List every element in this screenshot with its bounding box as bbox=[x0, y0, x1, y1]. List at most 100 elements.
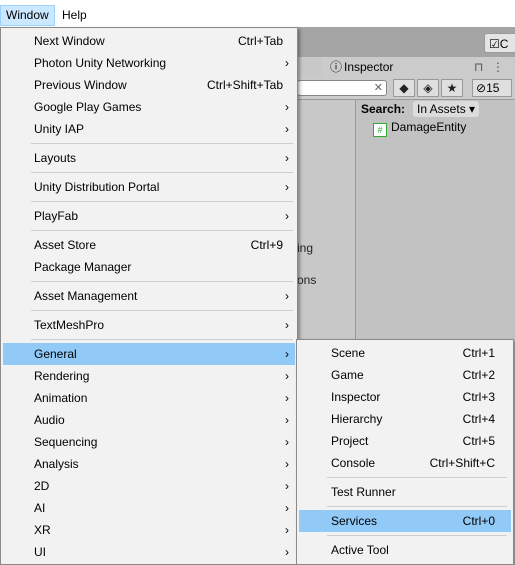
menu-item-label: Asset Store bbox=[34, 238, 97, 252]
menu-item-shortcut: Ctrl+9 bbox=[250, 238, 283, 252]
menu-item-animation[interactable]: Animation › bbox=[3, 387, 295, 409]
menu-item-shortcut: Ctrl+5 bbox=[462, 434, 495, 448]
menu-item-label: General bbox=[34, 347, 77, 361]
collab-button[interactable]: ☑C bbox=[484, 33, 515, 53]
menu-item-label: Analysis bbox=[34, 457, 79, 471]
menu-item-label: Layouts bbox=[34, 151, 77, 165]
menu-item-ai[interactable]: AI › bbox=[3, 497, 295, 519]
menu-item-previous-window[interactable]: Previous Window Ctrl+Shift+Tab bbox=[3, 74, 295, 96]
submenu-item-active-tool[interactable]: Active Tool bbox=[299, 539, 511, 561]
menu-item-label: Photon Unity Networking bbox=[34, 56, 167, 70]
submenu-item-scene[interactable]: Scene Ctrl+1 bbox=[299, 342, 511, 364]
hidden-packages-toggle[interactable]: ⊘15 bbox=[472, 79, 512, 97]
menu-item-sequencing[interactable]: Sequencing › bbox=[3, 431, 295, 453]
menu-item-label: Package Manager bbox=[34, 260, 132, 274]
menu-item-label: Test Runner bbox=[331, 485, 396, 499]
menu-item-label: XR bbox=[34, 523, 51, 537]
tab-inspector[interactable]: ⓘ Inspector ⊓ ⋮ bbox=[322, 57, 515, 77]
menu-separator bbox=[31, 201, 293, 202]
inspector-header: ⓘ Inspector ⊓ ⋮ bbox=[322, 57, 515, 78]
chevron-right-icon: › bbox=[285, 180, 289, 194]
menu-item-shortcut: Ctrl+Tab bbox=[237, 34, 283, 48]
menu-item-label: Game bbox=[331, 368, 364, 382]
menu-item-label: Unity IAP bbox=[34, 122, 85, 136]
menu-separator bbox=[31, 339, 293, 340]
favorite-star-icon[interactable]: ★ bbox=[441, 79, 463, 97]
collab-label: C bbox=[499, 37, 509, 51]
chevron-right-icon: › bbox=[285, 523, 289, 537]
menu-item-label: Audio bbox=[34, 413, 65, 427]
menu-item-label: TextMeshPro bbox=[34, 318, 105, 332]
submenu-item-game[interactable]: Game Ctrl+2 bbox=[299, 364, 511, 386]
check-icon: ☑ bbox=[489, 37, 500, 51]
submenu-item-test-runner[interactable]: Test Runner bbox=[299, 481, 511, 503]
menu-item-label: Inspector bbox=[331, 390, 381, 404]
menu-separator bbox=[327, 535, 507, 536]
script-icon: # bbox=[373, 123, 387, 137]
menu-item-unity-iap[interactable]: Unity IAP › bbox=[3, 118, 295, 140]
chevron-right-icon: › bbox=[285, 501, 289, 515]
inspector-toolbar: ✕ ◆ ◈ ★ ⊘15 bbox=[297, 77, 515, 100]
menu-item-google-play-games[interactable]: Google Play Games › bbox=[3, 96, 295, 118]
search-input[interactable]: ✕ bbox=[297, 80, 387, 96]
menu-item-textmeshpro[interactable]: TextMeshPro › bbox=[3, 314, 295, 336]
kebab-menu-icon[interactable]: ⋮ bbox=[492, 57, 504, 77]
menu-item-package-manager[interactable]: Package Manager bbox=[3, 256, 295, 278]
menu-item-photon-unity-networking[interactable]: Photon Unity Networking › bbox=[3, 52, 295, 74]
menu-item-label: Scene bbox=[331, 346, 366, 360]
menu-item-ui[interactable]: UI › bbox=[3, 541, 295, 563]
menu-item-shortcut: Ctrl+4 bbox=[462, 412, 495, 426]
chevron-right-icon: › bbox=[285, 56, 289, 70]
chevron-right-icon: › bbox=[285, 347, 289, 361]
submenu-item-console[interactable]: Console Ctrl+Shift+C bbox=[299, 452, 511, 474]
menu-item-rendering[interactable]: Rendering › bbox=[3, 365, 295, 387]
menu-item-playfab[interactable]: PlayFab › bbox=[3, 205, 295, 227]
menu-item-asset-store[interactable]: Asset Store Ctrl+9 bbox=[3, 234, 295, 256]
menu-item-xr[interactable]: XR › bbox=[3, 519, 295, 541]
search-label: Search: bbox=[361, 102, 406, 116]
menu-item-label: Sequencing bbox=[34, 435, 98, 449]
menu-item-label: Next Window bbox=[34, 34, 105, 48]
filter-by-type-icon[interactable]: ◆ bbox=[393, 79, 415, 97]
menu-item-asset-management[interactable]: Asset Management › bbox=[3, 285, 295, 307]
menu-item-shortcut: Ctrl+1 bbox=[462, 346, 495, 360]
menu-item-next-window[interactable]: Next Window Ctrl+Tab bbox=[3, 30, 295, 52]
menu-item-label: Previous Window bbox=[34, 78, 127, 92]
menu-item-shortcut: Ctrl+2 bbox=[462, 368, 495, 382]
menu-window[interactable]: Window bbox=[0, 5, 55, 26]
chevron-right-icon: › bbox=[285, 457, 289, 471]
submenu-item-services[interactable]: Services Ctrl+0 bbox=[299, 510, 511, 532]
menu-item-label: UI bbox=[34, 545, 46, 559]
menu-item-audio[interactable]: Audio › bbox=[3, 409, 295, 431]
filter-by-label-icon[interactable]: ◈ bbox=[417, 79, 439, 97]
lock-icon[interactable]: ⊓ bbox=[474, 57, 483, 77]
inspector-tab-label: Inspector bbox=[344, 60, 394, 74]
chevron-right-icon: › bbox=[285, 369, 289, 383]
search-scope-value: In Assets bbox=[417, 102, 466, 116]
chevron-right-icon: › bbox=[285, 479, 289, 493]
eye-slash-icon: ⊘ bbox=[476, 81, 487, 95]
menu-item-label: Console bbox=[331, 456, 376, 470]
submenu-item-inspector[interactable]: Inspector Ctrl+3 bbox=[299, 386, 511, 408]
menu-separator bbox=[31, 310, 293, 311]
chevron-right-icon: › bbox=[285, 209, 289, 223]
menu-item-unity-distribution-portal[interactable]: Unity Distribution Portal › bbox=[3, 176, 295, 198]
menu-item-layouts[interactable]: Layouts › bbox=[3, 147, 295, 169]
chevron-right-icon: › bbox=[285, 122, 289, 136]
chevron-right-icon: › bbox=[285, 435, 289, 449]
menu-separator bbox=[31, 281, 293, 282]
menu-help[interactable]: Help bbox=[57, 5, 92, 25]
partial-label: ons bbox=[297, 273, 317, 287]
menu-item-label: Services bbox=[331, 514, 378, 528]
list-item[interactable]: # DamageEntity bbox=[373, 120, 466, 137]
search-scope-dropdown[interactable]: In Assets ▾ bbox=[413, 101, 480, 117]
submenu-item-project[interactable]: Project Ctrl+5 bbox=[299, 430, 511, 452]
menu-item-label: Unity Distribution Portal bbox=[34, 180, 160, 194]
chevron-right-icon: › bbox=[285, 151, 289, 165]
menu-item-shortcut: Ctrl+Shift+Tab bbox=[206, 78, 283, 92]
submenu-item-hierarchy[interactable]: Hierarchy Ctrl+4 bbox=[299, 408, 511, 430]
menu-item-general[interactable]: General › bbox=[3, 343, 295, 365]
menu-item-2d[interactable]: 2D › bbox=[3, 475, 295, 497]
clear-search-icon[interactable]: ✕ bbox=[374, 81, 383, 95]
menu-item-analysis[interactable]: Analysis › bbox=[3, 453, 295, 475]
